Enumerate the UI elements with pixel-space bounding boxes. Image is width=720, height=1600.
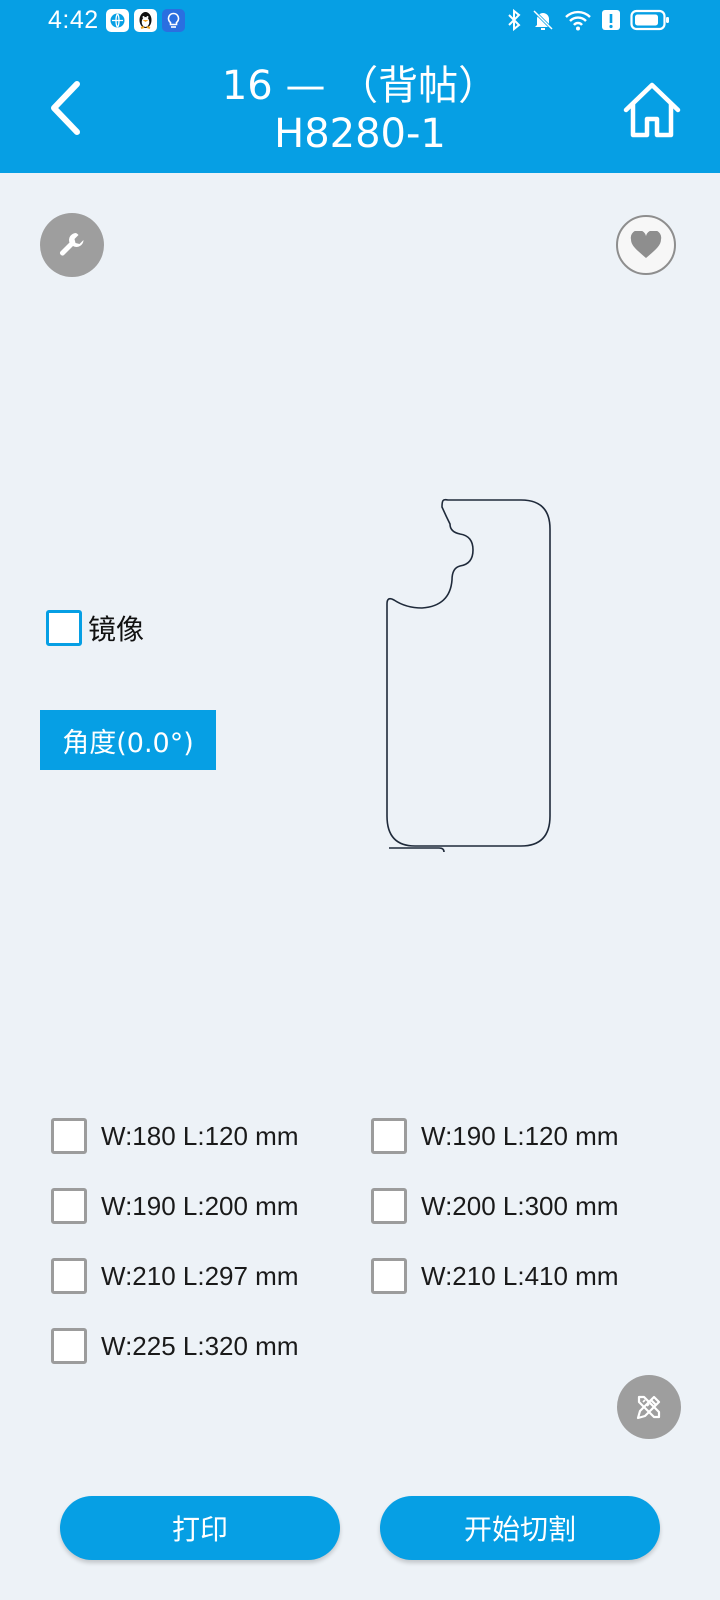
size-checkbox[interactable] (51, 1188, 87, 1224)
size-option-w210-l410[interactable]: W:210 L:410 mm (371, 1258, 619, 1294)
favorite-button[interactable] (616, 215, 676, 275)
edit-tools-button[interactable] (617, 1375, 681, 1439)
status-time: 4:42 (48, 6, 99, 34)
bell-muted-icon (532, 9, 554, 31)
size-option-w200-l300[interactable]: W:200 L:300 mm (371, 1188, 619, 1224)
size-label: W:210 L:297 mm (101, 1260, 299, 1291)
size-checkbox[interactable] (371, 1188, 407, 1224)
bluetooth-icon (508, 8, 521, 32)
size-option-w190-l120[interactable]: W:190 L:120 mm (371, 1118, 619, 1154)
app-header: 4:42 16 — （背帖） H8280-1 (0, 0, 720, 173)
size-option-w210-l297[interactable]: W:210 L:297 mm (51, 1258, 299, 1294)
size-checkbox[interactable] (371, 1258, 407, 1294)
page-title-line2: H8280-1 (274, 111, 446, 157)
back-button[interactable] (40, 78, 90, 138)
pencil-ruler-icon (636, 1395, 661, 1420)
battery-icon (630, 9, 669, 31)
start-cutting-button[interactable]: 开始切割 (380, 1496, 660, 1560)
settings-wrench-button[interactable] (40, 213, 104, 277)
print-button[interactable]: 打印 (60, 1496, 340, 1560)
size-checkbox[interactable] (51, 1328, 87, 1364)
mirror-checkbox-box[interactable] (46, 610, 82, 646)
size-option-w190-l200[interactable]: W:190 L:200 mm (51, 1188, 299, 1224)
page-title-line1: 16 — （背帖） (221, 63, 499, 109)
size-checkbox[interactable] (371, 1118, 407, 1154)
home-button[interactable] (620, 78, 684, 142)
wrench-icon (60, 233, 84, 256)
mirror-label: 镜像 (88, 613, 145, 646)
heart-icon (630, 231, 662, 258)
home-icon (623, 82, 681, 138)
cut-shape-preview (386, 498, 551, 853)
size-label: W:225 L:320 mm (101, 1330, 299, 1361)
size-checkbox[interactable] (51, 1258, 87, 1294)
bulb-app-icon (162, 9, 185, 32)
shape-seam-line (389, 847, 445, 853)
qq-penguin-icon (134, 9, 157, 32)
size-checkbox[interactable] (51, 1118, 87, 1154)
size-option-w225-l320[interactable]: W:225 L:320 mm (51, 1328, 299, 1364)
size-label: W:190 L:120 mm (421, 1120, 619, 1151)
system-icons (506, 8, 670, 32)
size-option-w180-l120[interactable]: W:180 L:120 mm (51, 1118, 299, 1154)
chevron-left-icon (51, 81, 80, 135)
browser-icon (106, 9, 129, 32)
status-bar: 4:42 (0, 0, 720, 44)
angle-button[interactable]: 角度(0.0°) (40, 710, 216, 770)
size-label: W:190 L:200 mm (101, 1190, 299, 1221)
size-label: W:180 L:120 mm (101, 1120, 299, 1151)
alert-icon (602, 10, 620, 30)
phone-case-outline (386, 498, 551, 847)
size-label: W:200 L:300 mm (421, 1190, 619, 1221)
wifi-icon (565, 10, 591, 31)
notification-icons (106, 9, 185, 32)
mirror-checkbox[interactable]: 镜像 (46, 608, 144, 648)
size-label: W:210 L:410 mm (421, 1260, 619, 1291)
page-title: 16 — （背帖） H8280-1 (160, 62, 560, 158)
